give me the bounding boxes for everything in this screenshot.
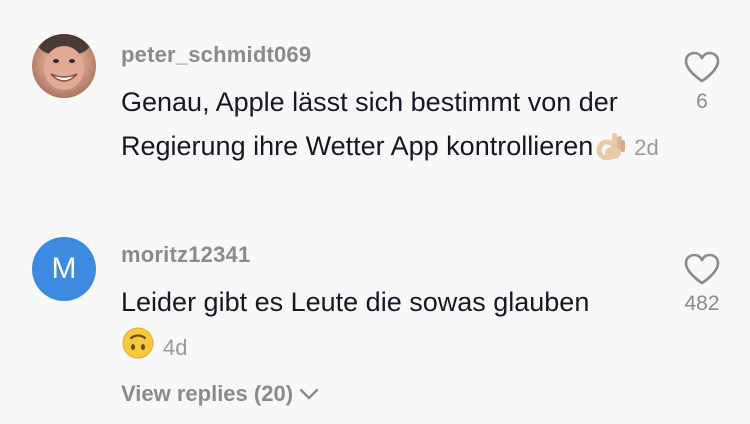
user-avatar[interactable] — [32, 34, 96, 98]
comment-body: Genau, Apple lässt sich bestimmt von der… — [121, 87, 618, 161]
comment-text: Genau, Apple lässt sich bestimmt von der… — [121, 80, 661, 173]
comment-time: 2d — [634, 135, 659, 160]
like-button[interactable]: 6 — [672, 50, 732, 114]
comment-time: 4d — [163, 335, 188, 360]
like-count: 482 — [684, 292, 720, 315]
comment-body: Leider gibt es Leute die sowas glauben — [121, 287, 590, 317]
view-replies-label: View replies (20) — [121, 381, 294, 406]
like-count: 6 — [696, 90, 708, 113]
like-button[interactable]: 482 — [672, 252, 732, 316]
comment-username[interactable]: moritz12341 — [121, 242, 250, 268]
heart-icon — [684, 253, 720, 285]
ok-hand-emoji-icon — [596, 129, 626, 173]
user-avatar[interactable]: M — [32, 237, 96, 301]
comment-username[interactable]: peter_schmidt069 — [121, 42, 311, 68]
chevron-down-icon — [299, 388, 319, 400]
heart-icon — [684, 51, 720, 83]
user-photo-avatar-icon — [38, 34, 90, 90]
upside-down-face-emoji-icon — [121, 326, 155, 373]
comments-panel: peter_schmidt069 Genau, Apple lässt sich… — [0, 0, 750, 424]
comment-text: Leider gibt es Leute die sowas glauben 4… — [121, 280, 661, 373]
view-replies-button[interactable]: View replies (20) — [121, 381, 319, 407]
